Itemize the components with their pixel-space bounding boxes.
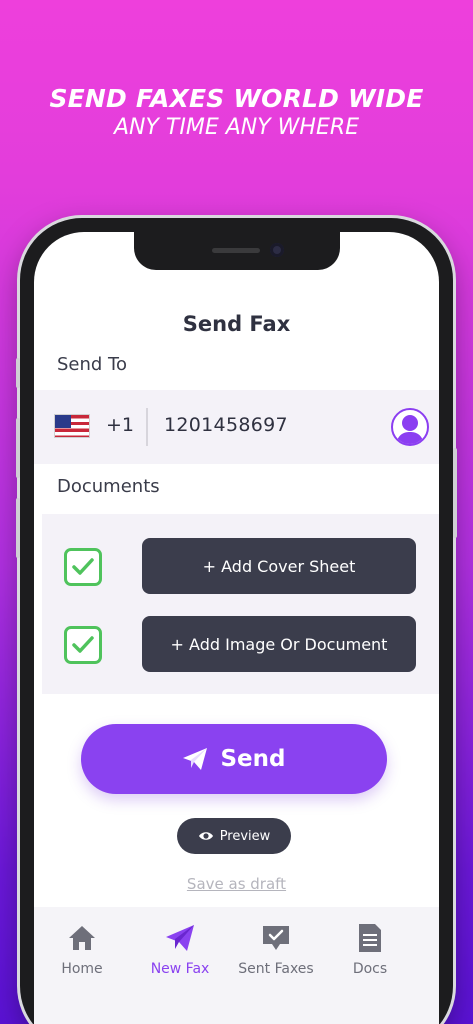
- cover-sheet-checkbox[interactable]: [64, 548, 102, 586]
- add-cover-sheet-button[interactable]: + Add Cover Sheet: [142, 538, 416, 594]
- front-camera: [270, 243, 284, 257]
- mute-switch: [16, 358, 20, 388]
- home-icon: [69, 926, 95, 950]
- tab-sent-faxes-label: Sent Faxes: [238, 961, 314, 977]
- headline-line-2: ANY TIME ANY WHERE: [113, 115, 360, 140]
- documents-panel: + Add Cover Sheet + Add Image Or Documen…: [42, 514, 439, 694]
- send-button[interactable]: Send: [81, 724, 387, 794]
- phone-screen: Send Fax Send To +1 1201458697 Documents…: [34, 232, 439, 1024]
- preview-button[interactable]: Preview: [177, 818, 291, 854]
- send-to-label: Send To: [57, 354, 128, 375]
- headline-line-1: SEND FAXES WORLD WIDE: [49, 84, 424, 113]
- tab-docs[interactable]: Docs: [322, 921, 418, 977]
- person-icon: [396, 415, 424, 444]
- speaker-grille: [212, 248, 260, 253]
- country-code[interactable]: +1: [106, 414, 134, 436]
- document-icon: [359, 924, 381, 952]
- tab-new-fax[interactable]: New Fax: [132, 921, 228, 977]
- us-flag-icon[interactable]: [54, 414, 90, 438]
- document-checkbox[interactable]: [64, 626, 102, 664]
- fax-number-input[interactable]: 1201458697: [164, 414, 288, 436]
- chat-check-icon: [263, 926, 289, 950]
- paper-plane-icon: [183, 748, 208, 770]
- tab-home[interactable]: Home: [34, 921, 130, 977]
- recipient-row: +1 1201458697: [34, 390, 439, 464]
- eye-icon: [198, 832, 213, 840]
- documents-label: Documents: [57, 476, 160, 497]
- volume-down-button: [16, 498, 20, 558]
- bottom-tab-bar: Home New Fax Sent Faxes Docs: [34, 907, 439, 1024]
- notch: [134, 232, 340, 270]
- tab-sent-faxes[interactable]: Sent Faxes: [228, 921, 324, 977]
- save-as-draft-link[interactable]: Save as draft: [34, 875, 439, 893]
- tab-new-fax-label: New Fax: [150, 961, 210, 977]
- tab-home-label: Home: [61, 961, 103, 977]
- volume-up-button: [16, 418, 20, 478]
- checkmark-icon: [72, 558, 94, 575]
- add-image-or-document-button[interactable]: + Add Image Or Document: [142, 616, 416, 672]
- divider: [146, 408, 148, 446]
- promo-headline: SEND FAXES WORLD WIDE ANY TIME ANY WHERE: [0, 84, 473, 142]
- contacts-button[interactable]: [391, 408, 429, 446]
- phone-frame: Send Fax Send To +1 1201458697 Documents…: [16, 218, 457, 1024]
- tab-docs-label: Docs: [352, 961, 388, 977]
- send-button-label: Send: [220, 746, 286, 772]
- power-button: [453, 448, 457, 538]
- page-title: Send Fax: [182, 312, 291, 336]
- checkmark-icon: [72, 636, 94, 653]
- paper-plane-icon: [166, 925, 194, 951]
- preview-button-label: Preview: [219, 828, 271, 844]
